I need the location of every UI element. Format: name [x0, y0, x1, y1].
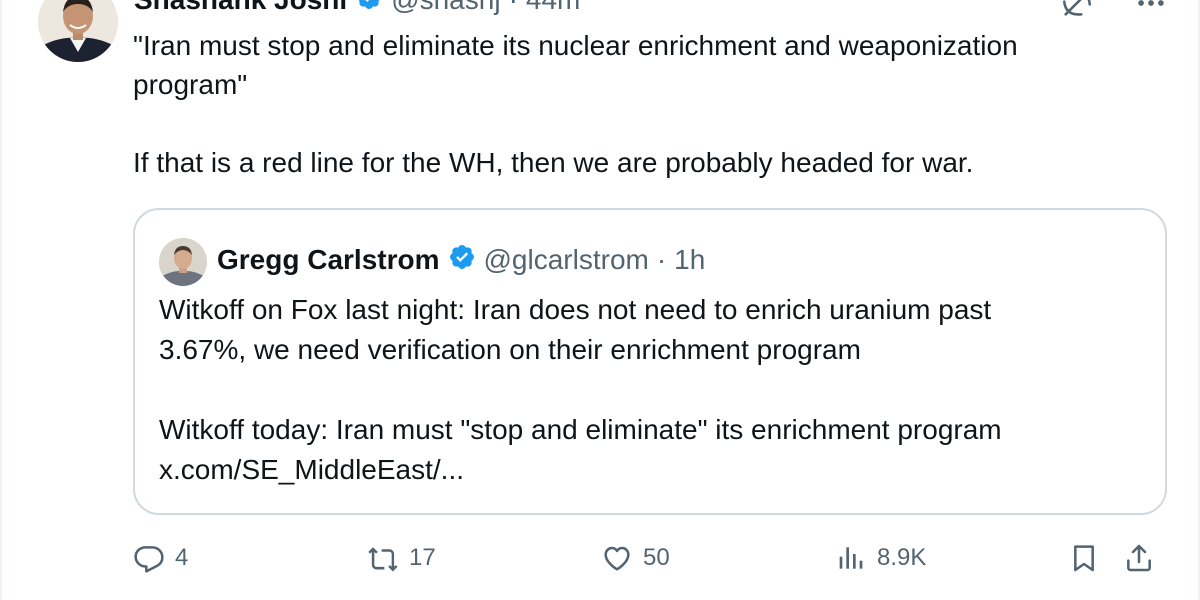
verified-badge-icon [448, 243, 476, 278]
quoted-text-line: Witkoff today: Iran must "stop and elimi… [159, 414, 1002, 445]
tweet-text: "Iran must stop and eliminate its nuclea… [133, 26, 1153, 182]
quoted-text-line: 3.67%, we need verification on their enr… [159, 334, 861, 365]
tweet-top-actions [1060, 0, 1168, 25]
views-count: 8.9K [877, 544, 927, 571]
bookmark-icon [1068, 542, 1100, 574]
grok-icon[interactable] [1060, 0, 1094, 25]
tweet-container: Shashank Joshi @shashj · 44m "Iran must … [0, 0, 1200, 600]
tweet-text-line: "Iran must stop and eliminate its nuclea… [133, 30, 1018, 61]
tweet-timestamp[interactable]: 44m [526, 0, 580, 16]
separator-dot: · [509, 0, 518, 16]
author-handle[interactable]: @shashj [391, 0, 500, 16]
tweet-text-line: If that is a red line for the WH, then w… [133, 147, 974, 178]
views-button[interactable]: 8.9K [835, 536, 926, 580]
bookmark-button[interactable] [1068, 536, 1100, 580]
views-icon [835, 542, 867, 574]
author-avatar[interactable] [38, 0, 118, 62]
tweet-text-line: program" [133, 69, 248, 100]
quoted-tweet-card[interactable]: Gregg Carlstrom @glcarlstrom · 1h Witkof… [133, 208, 1167, 515]
repost-button[interactable]: 17 [367, 536, 436, 580]
quoted-author-handle[interactable]: @glcarlstrom [484, 244, 649, 276]
reply-icon [133, 542, 165, 574]
tweet-action-bar: 4 17 50 8.9K [133, 536, 1173, 580]
quoted-text-line: Witkoff on Fox last night: Iran does not… [159, 294, 992, 325]
like-button[interactable]: 50 [601, 536, 670, 580]
quoted-author-avatar[interactable] [159, 238, 207, 286]
share-icon [1123, 542, 1155, 574]
quoted-tweet-header: Gregg Carlstrom @glcarlstrom · 1h [217, 240, 705, 280]
author-name[interactable]: Shashank Joshi [134, 0, 347, 16]
separator-dot: · [656, 244, 667, 275]
like-count: 50 [643, 544, 670, 571]
quoted-author-name[interactable]: Gregg Carlstrom [217, 244, 440, 276]
repost-icon [367, 542, 399, 574]
reply-count: 4 [175, 544, 189, 571]
tweet-header: Shashank Joshi @shashj · 44m [134, 0, 580, 18]
share-button[interactable] [1123, 536, 1155, 580]
quoted-tweet-text: Witkoff on Fox last night: Iran does not… [159, 290, 1149, 490]
like-icon [601, 542, 633, 574]
repost-count: 17 [409, 544, 436, 571]
quoted-tweet-link[interactable]: x.com/SE_MiddleEast/... [159, 450, 1149, 490]
more-icon[interactable] [1134, 0, 1168, 25]
quoted-tweet-timestamp[interactable]: 1h [674, 244, 705, 276]
reply-button[interactable]: 4 [133, 536, 188, 580]
verified-badge-icon [355, 0, 383, 18]
